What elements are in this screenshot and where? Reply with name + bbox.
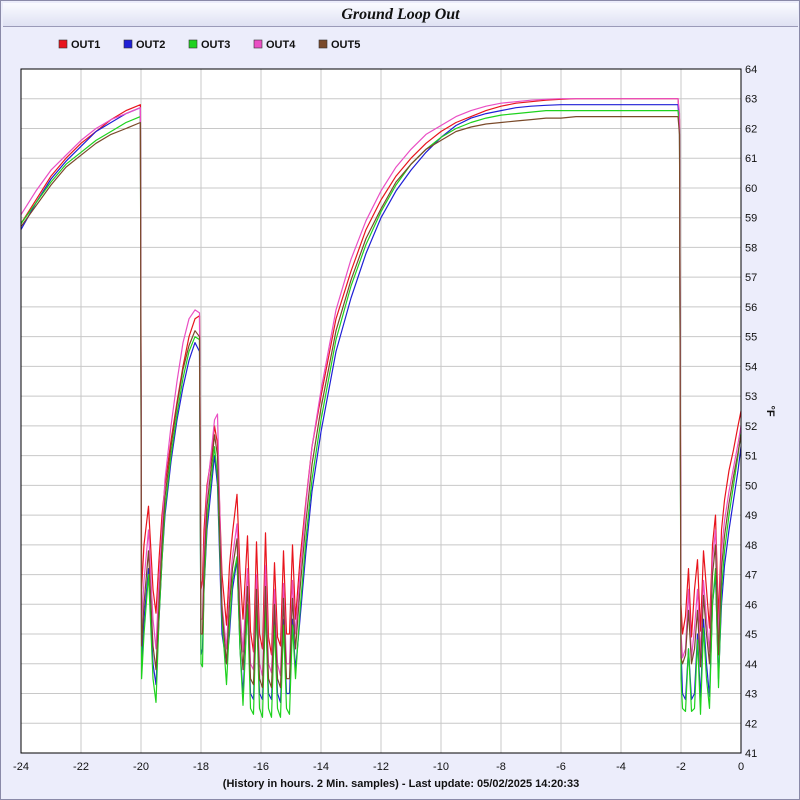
x-tick-label: -24 xyxy=(13,761,29,773)
x-tick-label: -18 xyxy=(193,761,209,773)
x-tick-label: -20 xyxy=(133,761,149,773)
legend-swatch-out3 xyxy=(188,39,198,49)
legend-label-out5: OUT5 xyxy=(331,39,360,51)
y-tick-label: 56 xyxy=(745,302,757,314)
y-tick-label: 47 xyxy=(745,570,757,582)
plot-area: -24 -22 -20 -18 -16 -14 -12 -10 -8 -6 -4 -2 04142434… xyxy=(13,39,776,790)
y-axis-title: °F xyxy=(764,405,776,416)
y-tick-label: 57 xyxy=(745,272,757,284)
y-tick-label: 61 xyxy=(745,153,757,165)
x-tick-label: -6 xyxy=(556,761,566,773)
legend-swatch-out1 xyxy=(58,39,68,49)
y-tick-label: 52 xyxy=(745,421,757,433)
y-tick-label: 50 xyxy=(745,480,757,492)
legend-label-out2: OUT2 xyxy=(136,39,165,51)
x-tick-label: -10 xyxy=(433,761,449,773)
chart-window: Ground Loop Out -24 -22 -20 -18 -16 -14 -12 -10… xyxy=(0,0,800,800)
y-tick-label: 60 xyxy=(745,183,757,195)
x-tick-label: -4 xyxy=(616,761,626,773)
y-tick-label: 53 xyxy=(745,391,757,403)
y-tick-label: 51 xyxy=(745,451,757,463)
y-tick-label: 44 xyxy=(745,659,757,671)
x-tick-label: 0 xyxy=(738,761,744,773)
y-tick-label: 62 xyxy=(745,123,757,135)
y-tick-label: 55 xyxy=(745,332,757,344)
y-tick-label: 45 xyxy=(745,629,757,641)
y-tick-label: 64 xyxy=(745,64,757,76)
y-tick-label: 48 xyxy=(745,540,757,552)
x-tick-label: -16 xyxy=(253,761,269,773)
y-tick-label: 49 xyxy=(745,510,757,522)
legend-label-out1: OUT1 xyxy=(71,39,100,51)
x-axis-title: (History in hours. 2 Min. samples) - Las… xyxy=(223,778,579,790)
y-tick-label: 59 xyxy=(745,213,757,225)
x-tick-label: -22 xyxy=(73,761,89,773)
x-tick-label: -14 xyxy=(313,761,329,773)
legend-swatch-out4 xyxy=(253,39,263,49)
y-tick-label: 58 xyxy=(745,242,757,254)
legend-swatch-out5 xyxy=(318,39,328,49)
y-tick-label: 54 xyxy=(745,361,757,373)
legend-label-out4: OUT4 xyxy=(266,39,296,51)
legend-swatch-out2 xyxy=(123,39,133,49)
y-tick-label: 46 xyxy=(745,599,757,611)
x-tick-label: -12 xyxy=(373,761,389,773)
y-tick-label: 42 xyxy=(745,718,757,730)
y-tick-label: 43 xyxy=(745,689,757,701)
x-tick-label: -8 xyxy=(496,761,506,773)
y-tick-label: 41 xyxy=(745,748,757,760)
x-tick-label: -2 xyxy=(676,761,686,773)
legend-label-out3: OUT3 xyxy=(201,39,230,51)
y-tick-label: 63 xyxy=(745,94,757,106)
